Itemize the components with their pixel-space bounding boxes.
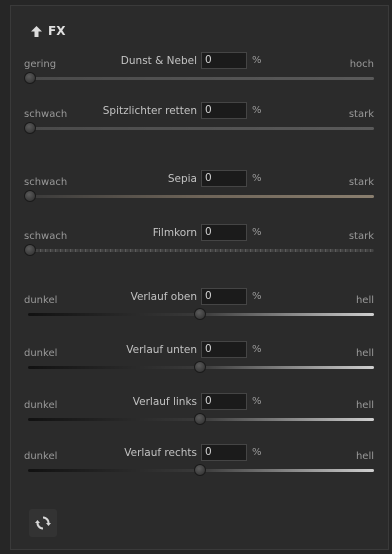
spitzlichter-value-input[interactable]: 0 [201,102,247,119]
reset-button[interactable] [29,509,57,537]
slider-name: Filmkorn [152,227,197,239]
slider-min-label: schwach [24,109,68,120]
reset-icon [35,516,51,530]
sepia-slider-track[interactable] [28,195,374,198]
unit-label: % [252,105,262,116]
slider-max-label: hell [355,295,374,306]
slider-name: Verlauf links [132,396,197,408]
slider-max-label: hell [355,348,374,359]
slider-row-dunst: gering Dunst & Nebel 0 % hoch [0,52,392,92]
slider-name: Verlauf oben [130,291,197,303]
verlauf-oben-slider-knob[interactable] [194,308,206,320]
slider-name: Spitzlichter retten [102,105,197,117]
slider-row-verlauf-unten: dunkel Verlauf unten 0 % hell [0,341,392,381]
slider-min-label: schwach [24,231,68,242]
verlauf-links-slider-knob[interactable] [194,413,206,425]
slider-min-label: gering [24,59,57,70]
filmkorn-value-input[interactable]: 0 [201,224,247,241]
verlauf-unten-slider-knob[interactable] [194,361,206,373]
verlauf-rechts-value-input[interactable]: 0 [201,444,247,461]
dunst-value-input[interactable]: 0 [201,52,247,69]
unit-label: % [252,227,262,238]
slider-max-label: stark [348,109,374,120]
slider-name: Verlauf rechts [124,447,197,459]
slider-min-label: dunkel [24,348,58,359]
slider-row-verlauf-oben: dunkel Verlauf oben 0 % hell [0,288,392,328]
unit-label: % [252,55,262,66]
unit-label: % [252,173,262,184]
slider-name: Sepia [167,173,197,185]
verlauf-links-value-input[interactable]: 0 [201,393,247,410]
verlauf-unten-value-input[interactable]: 0 [201,341,247,358]
slider-min-label: schwach [24,177,68,188]
slider-row-verlauf-rechts: dunkel Verlauf rechts 0 % hell [0,444,392,484]
slider-max-label: hell [355,400,374,411]
verlauf-oben-value-input[interactable]: 0 [201,288,247,305]
fx-title: FX [48,24,66,38]
verlauf-rechts-slider-knob[interactable] [194,464,206,476]
slider-min-label: dunkel [24,400,58,411]
slider-name: Verlauf unten [126,344,197,356]
slider-row-verlauf-links: dunkel Verlauf links 0 % hell [0,393,392,433]
unit-label: % [252,344,262,355]
slider-max-label: hoch [349,59,374,70]
dunst-slider-knob[interactable] [24,72,36,84]
unit-label: % [252,447,262,458]
slider-row-sepia: schwach Sepia 0 % stark [0,170,392,210]
sepia-slider-knob[interactable] [24,190,36,202]
unit-label: % [252,291,262,302]
slider-name: Dunst & Nebel [120,55,197,67]
slider-row-spitzlichter: schwach Spitzlichter retten 0 % stark [0,102,392,142]
sepia-value-input[interactable]: 0 [201,170,247,187]
filmkorn-slider-knob[interactable] [24,244,36,256]
spitzlichter-slider-knob[interactable] [24,122,36,134]
slider-max-label: hell [355,451,374,462]
slider-max-label: stark [348,231,374,242]
filmkorn-slider-track[interactable] [28,249,374,252]
slider-max-label: stark [348,177,374,188]
slider-min-label: dunkel [24,295,58,306]
slider-min-label: dunkel [24,451,58,462]
unit-label: % [252,396,262,407]
fx-header[interactable]: FX [31,22,65,40]
slider-row-filmkorn: schwach Filmkorn 0 % stark [0,224,392,264]
arrow-up-icon [31,25,42,37]
dunst-slider-track[interactable] [28,77,374,80]
spitzlichter-slider-track[interactable] [28,127,374,130]
